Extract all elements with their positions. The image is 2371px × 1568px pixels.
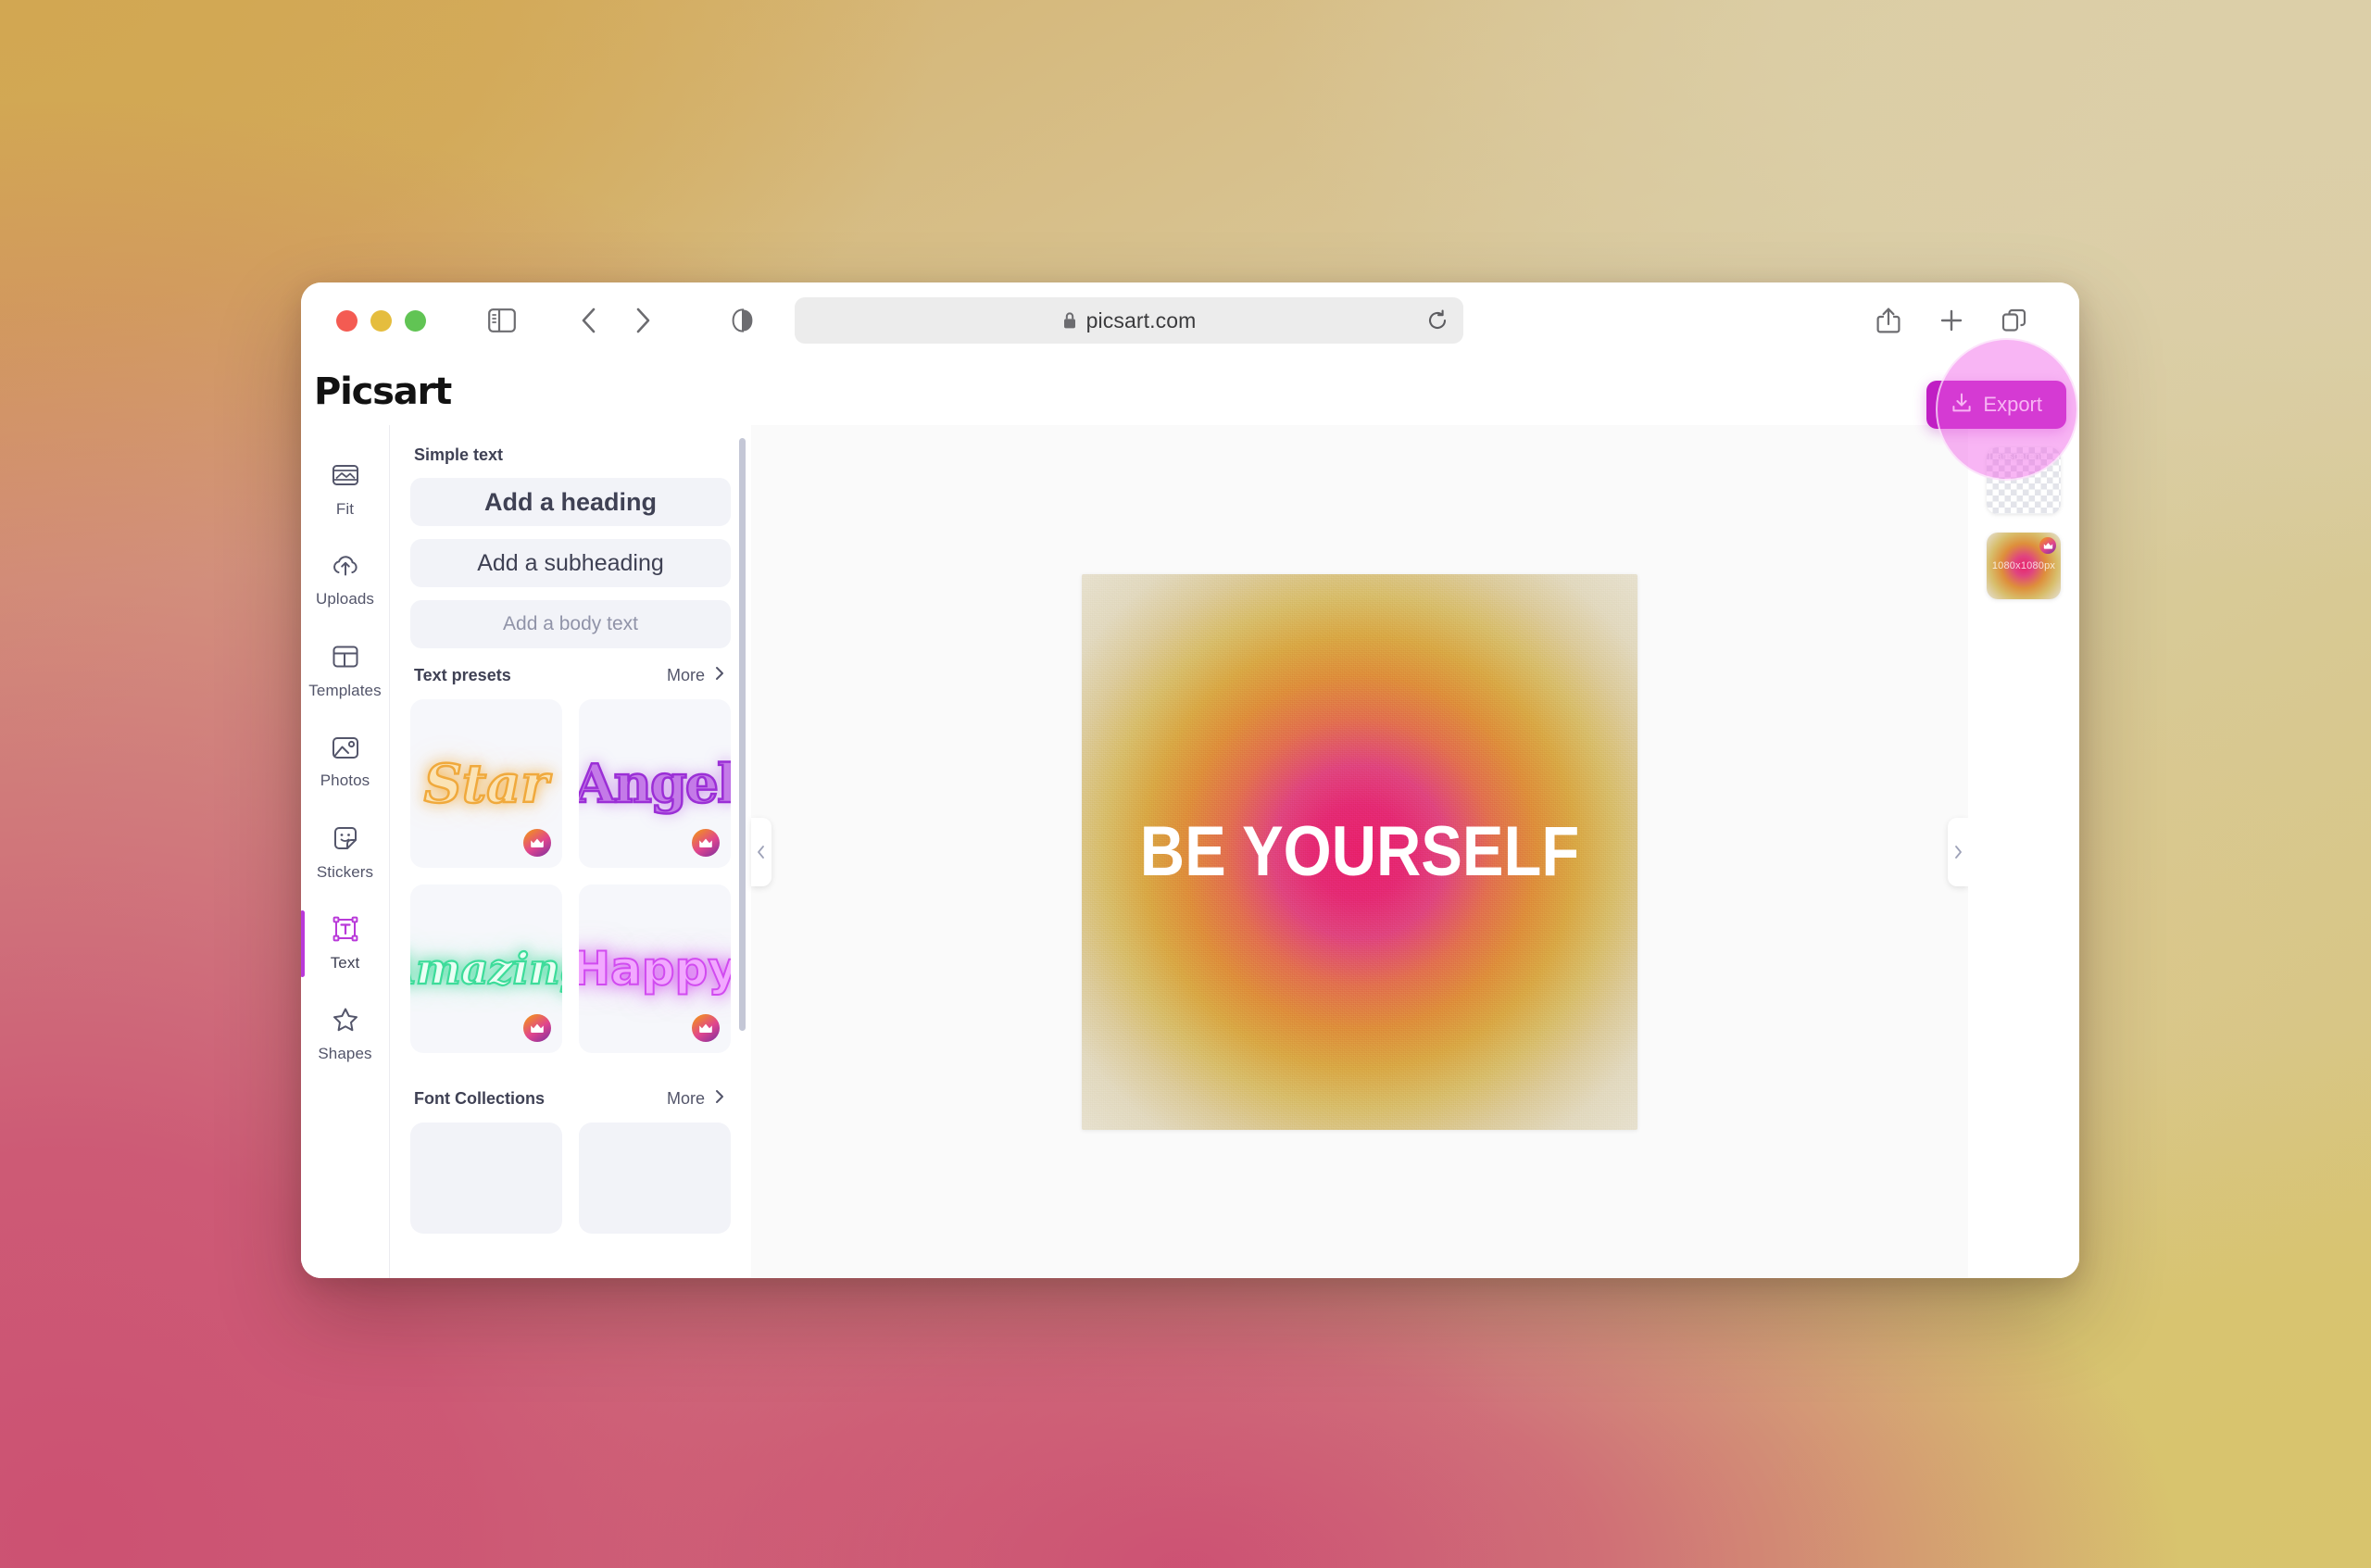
text-presets-title: Text presets (414, 666, 511, 684)
sidebar-item-label: Uploads (315, 590, 375, 608)
share-icon[interactable] (1864, 296, 1913, 345)
fit-image-icon (332, 461, 359, 494)
chevron-right-icon[interactable] (619, 296, 667, 345)
picsart-app: Picsart Fit Uploads Templates Photos Sti… (301, 358, 2079, 1278)
layers-rail: Export Transparent 1080x1080px (1926, 381, 2079, 1278)
tab-overview-icon[interactable] (1990, 296, 2039, 345)
preset-word: Happy (579, 942, 731, 996)
picsart-logo[interactable]: Picsart (314, 370, 452, 413)
font-collection-card[interactable] (410, 1123, 562, 1234)
sidebar-item-stickers[interactable]: Stickers (301, 810, 390, 896)
add-body-text-button[interactable]: Add a body text (410, 600, 731, 648)
sidebar-item-text[interactable]: Text (301, 901, 390, 986)
sidebar-item-label: Text (330, 954, 360, 972)
sidebar-item-label: Shapes (318, 1045, 372, 1062)
text-presets-more-link[interactable]: More (667, 665, 725, 686)
premium-crown-icon (2039, 537, 2056, 554)
font-collections-more-link[interactable]: More (667, 1088, 725, 1110)
chevron-right-icon (714, 1088, 725, 1110)
reader-view-icon[interactable] (719, 296, 767, 345)
sidebar-item-photos[interactable]: Photos (301, 720, 390, 805)
canvas-next-arrow[interactable] (1948, 817, 1968, 886)
sidebar-item-label: Fit (335, 500, 355, 518)
reload-icon[interactable] (1426, 309, 1449, 332)
minimize-button[interactable] (370, 309, 392, 332)
tool-rail: Fit Uploads Templates Photos Stickers Te… (301, 425, 390, 1278)
font-collections-grid (410, 1123, 731, 1234)
layer-thumbnail-gradient[interactable]: 1080x1080px (1987, 533, 2061, 599)
url-text: picsart.com (1085, 307, 1197, 332)
font-collections-heading: Font Collections More (414, 1088, 731, 1110)
more-label: More (666, 1089, 705, 1108)
canvas-text-layer[interactable]: BE YOURSELF (1115, 574, 1604, 1130)
premium-crown-icon (523, 1014, 551, 1042)
sidebar-item-uploads[interactable]: Uploads (301, 538, 390, 623)
layer-label: 1080x1080px (1991, 560, 2056, 571)
add-subheading-label: Add a subheading (477, 549, 664, 576)
app-body: Fit Uploads Templates Photos Stickers Te… (301, 381, 2079, 1278)
layer-label: Transparent (1987, 451, 2044, 462)
simple-text-title: Simple text (414, 445, 504, 464)
text-presets-heading: Text presets More (414, 665, 731, 686)
add-body-text-label: Add a body text (503, 613, 638, 634)
address-bar[interactable]: picsart.com (795, 297, 1463, 344)
sidebar-item-label: Stickers (316, 863, 374, 881)
templates-grid-icon (332, 643, 359, 675)
text-box-icon (332, 915, 359, 947)
chevron-right-icon (714, 665, 725, 686)
simple-text-heading: Simple text (414, 445, 731, 465)
text-presets-grid: Star Angel Amazing (410, 699, 731, 1053)
canvas-prev-arrow[interactable] (751, 817, 772, 886)
design-canvas[interactable]: BE YOURSELF (1082, 573, 1637, 1130)
browser-toolbar-right (1864, 296, 2051, 345)
sidebar-item-label: Templates (308, 682, 382, 699)
text-preset-card[interactable]: Star (410, 699, 562, 868)
text-panel: Simple text Add a heading Add a subheadi… (390, 425, 751, 1278)
premium-crown-icon (692, 829, 720, 857)
preset-word: Star (423, 752, 550, 815)
chevron-left-icon[interactable] (565, 296, 613, 345)
app-header: Picsart (301, 358, 2079, 425)
text-preset-card[interactable]: Happy (579, 884, 731, 1053)
browser-window: picsart.com Picsart Fit Uploads Template… (301, 282, 2079, 1278)
sidebar-icon[interactable] (478, 296, 526, 345)
close-button[interactable] (336, 309, 358, 332)
download-icon (1951, 392, 1973, 419)
maximize-button[interactable] (405, 309, 426, 332)
sidebar-item-templates[interactable]: Templates (301, 629, 390, 714)
sidebar-item-shapes[interactable]: Shapes (301, 992, 390, 1077)
window-controls[interactable] (336, 309, 426, 332)
text-preset-card[interactable]: Amazing (410, 884, 562, 1053)
sidebar-item-label: Photos (320, 771, 370, 789)
premium-crown-icon (692, 1014, 720, 1042)
sidebar-item-fit[interactable]: Fit (301, 447, 390, 533)
layer-thumbnail-transparent[interactable]: Transparent (1987, 447, 2061, 514)
export-label: Export (1983, 393, 2042, 416)
canvas-wrap: BE YOURSELF (1082, 573, 1637, 1130)
font-collections-title: Font Collections (414, 1089, 545, 1108)
add-heading-button[interactable]: Add a heading (410, 478, 731, 526)
export-button[interactable]: Export (1926, 381, 2066, 429)
font-collection-card[interactable] (579, 1123, 731, 1234)
upload-cloud-icon (331, 553, 360, 583)
photo-icon (332, 734, 359, 765)
preset-word: Angel (579, 752, 731, 815)
add-heading-label: Add a heading (483, 487, 657, 516)
sticker-icon (332, 824, 359, 857)
browser-titlebar: picsart.com (301, 282, 2079, 358)
text-preset-card[interactable]: Angel (579, 699, 731, 868)
star-shape-icon (332, 1006, 359, 1038)
new-tab-icon[interactable] (1927, 296, 1976, 345)
canvas-stage: BE YOURSELF (751, 425, 1968, 1278)
panel-scrollbar[interactable] (739, 438, 746, 1031)
more-label: More (666, 666, 705, 684)
lock-icon (1062, 311, 1077, 330)
premium-crown-icon (523, 829, 551, 857)
add-subheading-button[interactable]: Add a subheading (410, 539, 731, 587)
preset-word: Amazing (410, 944, 562, 994)
